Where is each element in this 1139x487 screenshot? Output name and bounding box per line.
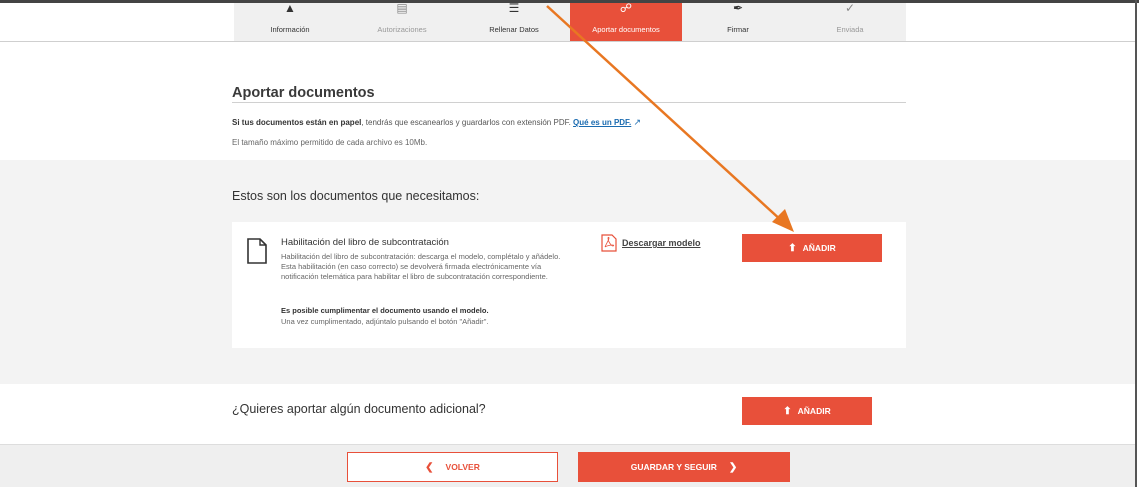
download-model-label: Descargar modelo (622, 238, 701, 248)
back-button-label: VOLVER (445, 462, 480, 472)
upload-icon: ⬆ (783, 405, 792, 417)
title-divider (232, 102, 906, 103)
what-is-pdf-link[interactable]: Qué es un PDF. (573, 118, 631, 127)
step-autorizaciones[interactable]: ▤ Autorizaciones (346, 3, 458, 41)
document-card: Habilitación del libro de subcontratació… (232, 222, 906, 348)
step-label: Enviada (836, 25, 864, 34)
step-firmar[interactable]: ✒ Firmar (682, 3, 794, 41)
clip-icon: ☍ (619, 3, 633, 15)
info-text: , tendrás que escanearlos y guardarlos c… (361, 118, 571, 127)
step-label: Información (270, 25, 310, 34)
document-note-2: Una vez cumplimentado, adjúntalo pulsand… (281, 317, 489, 326)
window-right-border (1135, 0, 1137, 487)
step-label: Aportar documentos (592, 25, 660, 34)
chevron-left-icon: ❮ (425, 461, 434, 473)
add-additional-document-button[interactable]: ⬆ AÑADIR (742, 397, 872, 425)
step-enviada[interactable]: ✓ Enviada (794, 3, 906, 41)
back-button[interactable]: ❮ VOLVER (347, 452, 558, 482)
add-document-button[interactable]: ⬆ AÑADIR (742, 234, 882, 262)
document-name: Habilitación del libro de subcontratació… (281, 237, 449, 248)
upload-icon: ⬆ (788, 242, 797, 254)
save-button-label: GUARDAR Y SEGUIR (630, 462, 717, 472)
pdf-icon (601, 234, 617, 252)
header-divider (0, 41, 1135, 42)
document-note: Es posible cumplimentar el documento usa… (281, 306, 489, 315)
step-label: Autorizaciones (377, 25, 427, 34)
download-model-link[interactable]: Descargar modelo (601, 234, 701, 252)
step-rellenar-datos[interactable]: ☰ Rellenar Datos (458, 3, 570, 41)
person-icon: ▲ (284, 3, 296, 15)
lines-icon: ☰ (508, 3, 520, 15)
save-and-continue-button[interactable]: GUARDAR Y SEGUIR ❯ (578, 452, 790, 482)
max-size-text: El tamaño máximo permitido de cada archi… (232, 138, 428, 147)
document-icon: ▤ (396, 3, 408, 15)
add-button-label: AÑADIR (797, 406, 831, 416)
check-icon: ✓ (844, 3, 856, 15)
info-paper-documents: Si tus documentos están en papel, tendrá… (232, 117, 641, 128)
progress-stepper: ▲ Información ▤ Autorizaciones ☰ Rellena… (234, 3, 906, 41)
file-icon (247, 238, 267, 264)
step-informacion[interactable]: ▲ Información (234, 3, 346, 41)
required-documents-title: Estos son los documentos que necesitamos… (232, 189, 480, 203)
step-aportar-documentos[interactable]: ☍ Aportar documentos (570, 3, 682, 41)
step-label: Firmar (727, 25, 749, 34)
pen-icon: ✒ (732, 3, 744, 15)
chevron-right-icon: ❯ (728, 461, 738, 473)
step-label: Rellenar Datos (489, 25, 539, 34)
page-title: Aportar documentos (232, 85, 375, 101)
info-bold-text: Si tus documentos están en papel (232, 118, 362, 127)
additional-documents-title: ¿Quieres aportar algún documento adicion… (232, 402, 486, 416)
external-link-icon[interactable]: ↗ (634, 117, 642, 127)
document-description: Habilitación del libro de subcontratació… (281, 252, 561, 281)
footer-bar (0, 444, 1135, 487)
add-button-label: AÑADIR (802, 243, 836, 253)
